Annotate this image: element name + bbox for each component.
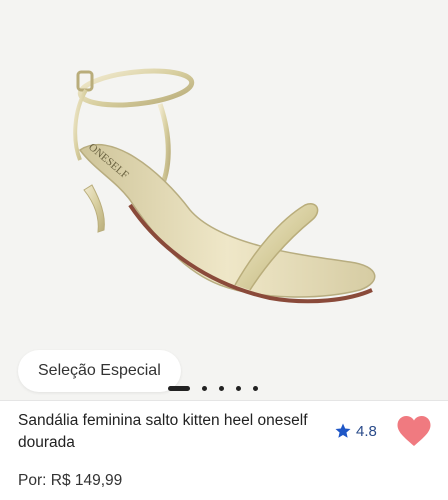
carousel-dot[interactable]: [202, 385, 207, 391]
carousel-dot[interactable]: [219, 385, 224, 391]
heart-icon: [397, 416, 431, 446]
product-title[interactable]: Sandália feminina salto kitten heel ones…: [18, 410, 318, 454]
product-price: Por: R$ 149,99: [18, 472, 122, 490]
sandal-image: ONESELF: [73, 68, 376, 304]
rating-value: 4.8: [356, 422, 377, 440]
carousel-dot[interactable]: [236, 385, 241, 391]
price-value: R$ 149,99: [50, 472, 123, 489]
favorite-button[interactable]: [396, 414, 432, 448]
product-rating: 4.8: [334, 422, 377, 440]
carousel-dot-active[interactable]: [168, 385, 190, 391]
divider: [0, 400, 448, 401]
price-prefix: Por:: [18, 472, 47, 489]
carousel-dot[interactable]: [253, 385, 258, 391]
star-icon: [335, 423, 351, 438]
product-image[interactable]: ONESELF: [0, 0, 448, 400]
image-carousel-indicator[interactable]: [168, 384, 258, 392]
special-selection-badge: Seleção Especial: [18, 350, 181, 392]
